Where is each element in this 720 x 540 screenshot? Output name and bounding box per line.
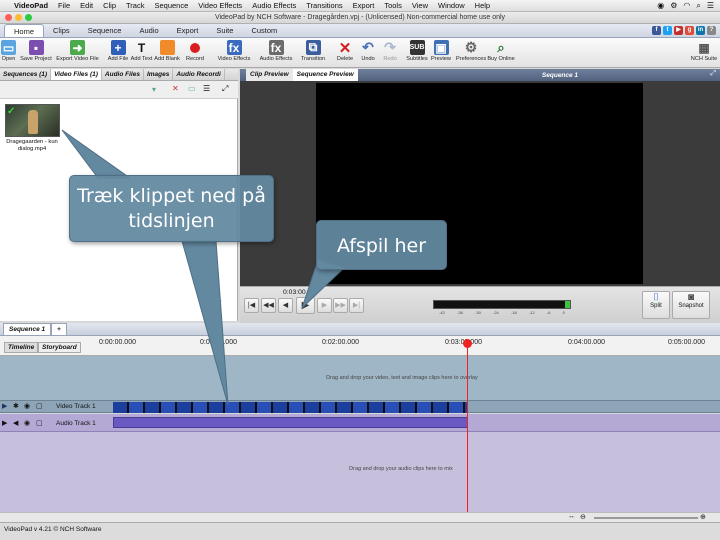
play-callout: Afspil her (316, 220, 447, 270)
videopad-window: VideoPad File Edit Clip Track Sequence V… (0, 0, 720, 540)
drag-pointer-up (61, 129, 132, 179)
drag-pointer-down (181, 240, 229, 406)
drag-callout: Træk klippet ned på tidslinjen (69, 175, 274, 242)
